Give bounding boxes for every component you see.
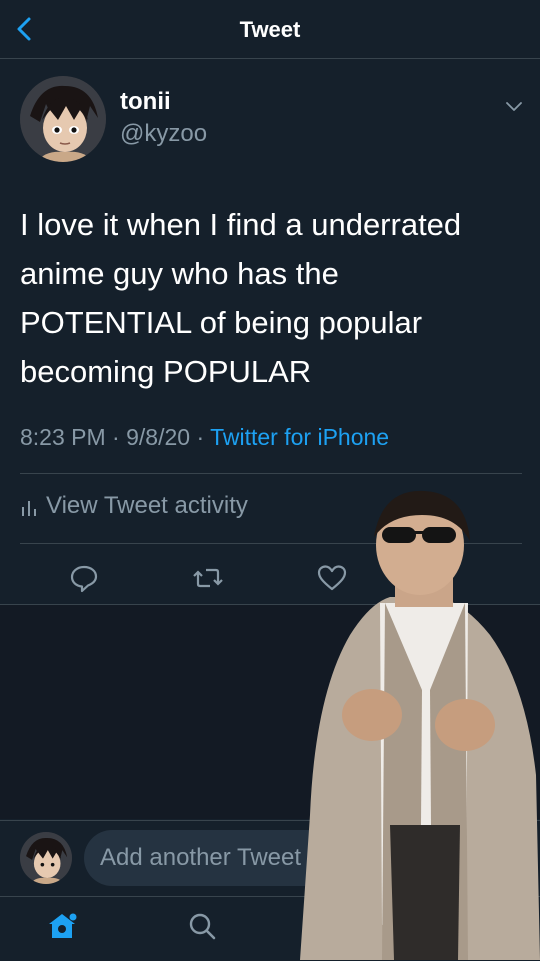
view-activity-button[interactable]: View Tweet activity [20,492,248,520]
compose-avatar [20,832,72,884]
tweet-meta: 8:23 PM · 9/8/20 · Twitter for iPhone [20,424,389,451]
anime-avatar-image [20,832,72,884]
retweet-icon[interactable] [192,562,224,594]
chevron-down-icon[interactable] [502,94,526,118]
tweet-line: anime guy who has the [20,256,339,291]
meta-separator: · [196,424,205,450]
top-bar: Tweet [0,0,540,59]
page-title: Tweet [239,17,301,42]
anime-avatar-image [20,76,106,162]
tweet-date: 9/8/20 [126,424,191,450]
view-activity-label: View Tweet activity [46,492,248,519]
search-icon[interactable] [186,910,218,942]
person-overlay-image [300,490,540,960]
reply-icon[interactable] [68,562,100,594]
avatar[interactable] [20,76,106,162]
home-icon[interactable] [46,910,78,942]
tweet-line: POTENTIAL of being popular [20,305,423,340]
meta-separator: · [112,424,120,450]
bar-chart-icon [22,501,36,516]
divider [20,473,522,474]
user-handle[interactable]: @kyzoo [120,120,207,148]
display-name[interactable]: tonii [120,88,171,116]
tweet-line: becoming POPULAR [20,354,312,389]
tweet-source-link[interactable]: Twitter for iPhone [210,424,389,450]
tweet-line: I love it when I find a underrated [20,207,462,242]
tweet-time: 8:23 PM [20,424,106,450]
tweet-text: I love it when I find a underrated anime… [20,200,515,396]
